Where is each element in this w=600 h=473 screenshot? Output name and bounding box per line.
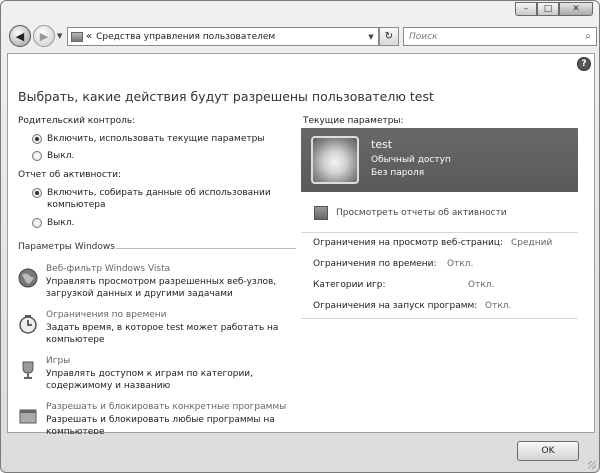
limit-label: Категории игр: bbox=[313, 280, 386, 290]
navigation-bar: ◀ ▶ ▼ « Средства управления пользователе… bbox=[7, 25, 597, 49]
web-filter-item: Веб-фильтр Windows Vista Управлять просм… bbox=[18, 264, 298, 304]
activity-report-label: Отчет об активности: bbox=[18, 170, 122, 180]
account-type: Обычный доступ bbox=[371, 155, 451, 165]
refresh-button[interactable]: ↻ bbox=[379, 27, 399, 46]
time-limit-row: Ограничения по времени: Откл. bbox=[313, 259, 473, 269]
search-icon[interactable]: ⌕ bbox=[580, 31, 596, 42]
current-settings-label: Текущие параметры: bbox=[303, 116, 404, 126]
password-status: Без пароля bbox=[371, 168, 425, 178]
radio-label: Выкл. bbox=[47, 218, 75, 228]
maximize-button[interactable]: □ bbox=[537, 2, 559, 16]
report-icon bbox=[314, 206, 328, 220]
user-summary-panel: test Обычный доступ Без пароля bbox=[301, 128, 578, 192]
globe-icon bbox=[18, 268, 38, 288]
limit-label: Ограничения на просмотр веб-страниц: bbox=[313, 238, 504, 248]
page-title: Выбрать, какие действия будут разрешены … bbox=[18, 89, 434, 104]
user-name: test bbox=[371, 138, 393, 151]
games-item: Игры Управлять доступом к играм по катег… bbox=[18, 356, 298, 396]
web-filter-link[interactable]: Веб-фильтр Windows Vista bbox=[46, 264, 170, 274]
activity-report-link-text: Просмотреть отчеты об активности bbox=[336, 208, 507, 218]
radio-label: Включить, собирать данные об использован… bbox=[47, 188, 271, 210]
limit-label: Ограничения по времени: bbox=[313, 259, 437, 269]
ok-button[interactable]: OK bbox=[517, 441, 579, 461]
breadcrumb-overflow[interactable]: « bbox=[86, 31, 92, 42]
program-icon bbox=[19, 409, 37, 424]
time-limits-link[interactable]: Ограничения по времени bbox=[46, 310, 167, 320]
forward-button[interactable]: ▶ bbox=[33, 25, 55, 47]
activity-on-radio[interactable]: Включить, собирать данные об использован… bbox=[32, 187, 272, 211]
radio-unselected-icon bbox=[32, 151, 42, 161]
radio-label: Выкл. bbox=[47, 151, 75, 161]
address-dropdown-icon[interactable]: ▼ bbox=[364, 33, 378, 41]
programs-item: Разрешать и блокировать конкретные прогр… bbox=[18, 402, 298, 434]
forward-arrow-icon: ▶ bbox=[39, 29, 49, 43]
activity-off-radio[interactable]: Выкл. bbox=[32, 217, 74, 229]
time-limits-item: Ограничения по времени Задать время, в к… bbox=[18, 310, 298, 350]
minimize-button[interactable]: – bbox=[515, 2, 537, 16]
close-button[interactable]: ✕ bbox=[559, 2, 593, 16]
games-description: Управлять доступом к играм по категории,… bbox=[46, 369, 254, 391]
activity-report-link[interactable]: Просмотреть отчеты об активности bbox=[314, 206, 507, 220]
divider bbox=[301, 232, 578, 233]
control-panel-window: – □ ✕ ◀ ▶ ▼ « Средства управления пользо… bbox=[0, 0, 600, 473]
content-pane: ? Выбрать, какие действия будут разрешен… bbox=[7, 53, 595, 434]
divider bbox=[301, 318, 578, 319]
parental-on-radio[interactable]: Включить, использовать текущие параметры bbox=[32, 133, 264, 145]
refresh-icon: ↻ bbox=[384, 31, 394, 42]
back-arrow-icon: ◀ bbox=[15, 29, 25, 43]
avatar bbox=[311, 136, 359, 184]
program-limit-row: Ограничения на запуск программ: Откл. bbox=[313, 301, 511, 311]
recent-pages-dropdown[interactable]: ▼ bbox=[57, 32, 62, 40]
limit-value: Средний bbox=[511, 238, 553, 248]
breadcrumb-location[interactable]: Средства управления пользователем bbox=[96, 32, 364, 42]
radio-label: Включить, использовать текущие параметры bbox=[47, 134, 265, 144]
caption-buttons: – □ ✕ bbox=[515, 2, 593, 16]
game-limit-row: Категории игр: Откл. bbox=[313, 280, 494, 290]
web-filter-description: Управлять просмотром разрешенных веб-узл… bbox=[46, 277, 277, 299]
trophy-icon bbox=[22, 361, 34, 379]
parental-control-label: Родительский контроль: bbox=[18, 116, 136, 126]
limit-value: Откл. bbox=[485, 301, 512, 311]
web-limit-row: Ограничения на просмотр веб-страниц: Сре… bbox=[313, 238, 552, 248]
programs-link[interactable]: Разрешать и блокировать конкретные прогр… bbox=[46, 402, 286, 412]
search-box[interactable]: Поиск ⌕ bbox=[403, 27, 597, 46]
programs-description: Разрешать и блокировать любые программы … bbox=[46, 415, 275, 434]
back-button[interactable]: ◀ bbox=[9, 25, 31, 47]
games-link[interactable]: Игры bbox=[46, 356, 70, 366]
radio-selected-icon bbox=[32, 134, 42, 144]
search-input[interactable]: Поиск bbox=[404, 32, 580, 42]
limit-value: Откл. bbox=[447, 259, 474, 269]
resize-grip[interactable] bbox=[588, 461, 596, 469]
limit-value: Откл. bbox=[468, 280, 495, 290]
limit-label: Ограничения на запуск программ: bbox=[313, 301, 478, 311]
control-panel-icon bbox=[71, 31, 83, 42]
help-icon[interactable]: ? bbox=[577, 57, 591, 71]
heading-divider bbox=[116, 248, 296, 249]
parental-off-radio[interactable]: Выкл. bbox=[32, 150, 74, 162]
address-bar[interactable]: « Средства управления пользователем ▼ bbox=[67, 27, 379, 46]
time-limits-description: Задать время, в которое test может работ… bbox=[46, 323, 279, 345]
radio-unselected-icon bbox=[32, 218, 42, 228]
radio-selected-icon bbox=[32, 188, 42, 198]
clock-icon bbox=[19, 315, 37, 334]
windows-settings-heading: Параметры Windows bbox=[18, 242, 115, 252]
